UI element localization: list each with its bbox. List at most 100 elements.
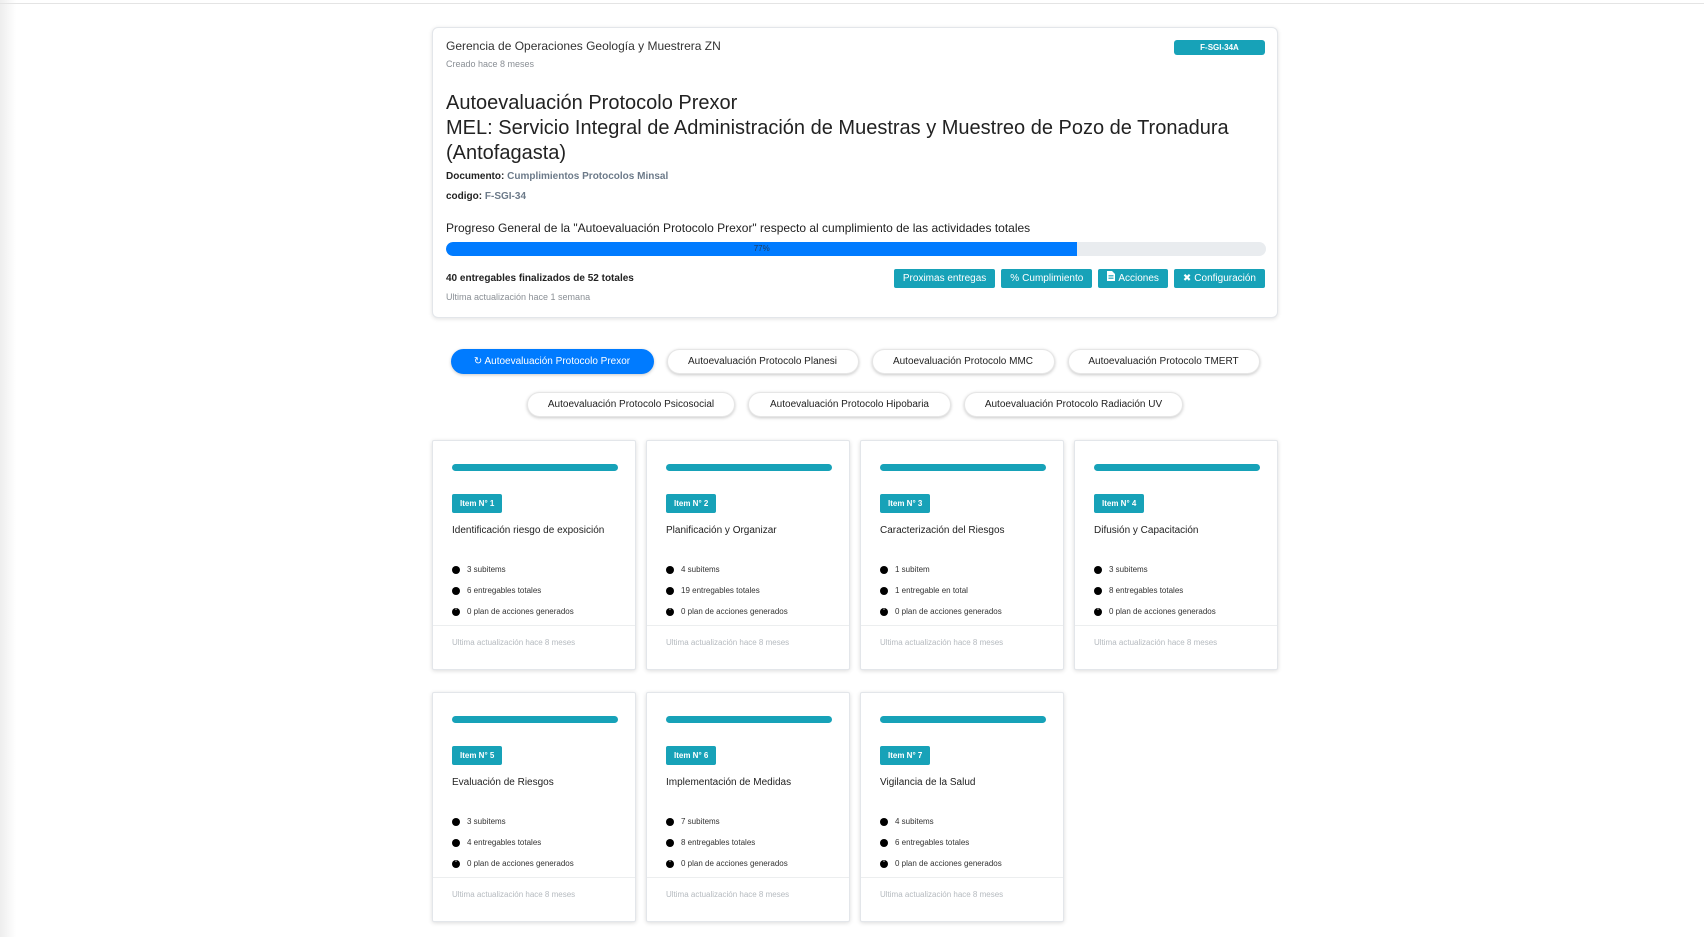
item-card[interactable]: Item N° 6 Implementación de Medidas 7 subi… (646, 692, 850, 922)
item-card[interactable]: Item N° 4 Difusión y Capacitación 3 subite… (1074, 440, 1278, 670)
alert-icon (666, 858, 674, 868)
tab-protocol-prexor[interactable]: ↻ Autoevaluación Protocolo Prexor (450, 349, 654, 374)
action-plans-text: 0 plan de acciones generados (467, 607, 574, 616)
item-progress-bar (1094, 464, 1260, 471)
configuration-label: Configuración (1194, 273, 1256, 284)
alert-icon (880, 858, 888, 868)
deliverables-stat: 1 entregable en total (880, 580, 1002, 601)
percent-icon: % (1010, 273, 1020, 284)
deliverables-text: 19 entregables totales (681, 586, 760, 595)
refresh-icon: ↻ (473, 356, 483, 367)
item-number-badge: Item N° 7 (880, 746, 931, 765)
item-number-badge: Item N° 2 (666, 494, 717, 513)
deliverables-stat: 6 entregables totales (880, 832, 1002, 853)
action-plans-text: 0 plan de acciones generados (1109, 607, 1216, 616)
tab-protocol-hipobaria[interactable]: Autoevaluación Protocolo Hipobaria (748, 392, 951, 417)
deliverables-text: 6 entregables totales (895, 838, 970, 847)
subitems-stat: 3 subitems (1094, 559, 1216, 580)
item-number-badge: Item N° 3 (880, 494, 931, 513)
item-card[interactable]: Item N° 2 Planificación y Organizar 4 subi… (646, 440, 850, 670)
area-name: Gerencia de Operaciones Geología y Muest… (446, 39, 721, 53)
item-stats: 7 subitems 8 entregables totales 0 plan de… (666, 811, 788, 874)
subitems-text: 7 subitems (681, 817, 720, 826)
subitems-stat: 3 subitems (452, 559, 574, 580)
subitems-stat: 4 subitems (880, 811, 1002, 832)
card-divider (647, 877, 849, 878)
document-info: Documento: Cumplimientos Protocolos Mins… (446, 171, 668, 182)
last-updated: Ultima actualización hace 1 semana (446, 292, 591, 302)
compliance-label: Cumplimiento (1022, 273, 1084, 284)
actions-label: Acciones (1118, 273, 1159, 284)
item-progress-bar (452, 464, 618, 471)
protocol-tabs-row-1: ↻ Autoevaluación Protocolo Prexor Autoev… (432, 349, 1278, 374)
deliverables-stat: 19 entregables totales (666, 580, 788, 601)
bullet-icon (452, 838, 460, 847)
compliance-button[interactable]: % Cumplimiento (1001, 269, 1093, 288)
bullet-icon (666, 838, 674, 847)
bullet-icon (1094, 565, 1102, 574)
item-card[interactable]: Item N° 3 Caracterización del Riesgos 1 su… (860, 440, 1064, 670)
action-plans-text: 0 plan de acciones generados (681, 607, 788, 616)
item-number-badge: Item N° 4 (1094, 494, 1145, 513)
deliverables-text: 8 entregables totales (681, 838, 756, 847)
item-last-updated: Ultima actualización hace 8 meses (666, 890, 790, 899)
configuration-button[interactable]: ✖ Configuración (1173, 269, 1265, 288)
top-divider (0, 3, 1704, 4)
subitems-text: 1 subitem (895, 565, 930, 574)
item-number-badge: Item N° 1 (452, 494, 503, 513)
item-last-updated: Ultima actualización hace 8 meses (452, 890, 576, 899)
main-content: Gerencia de Operaciones Geología y Muest… (432, 27, 1278, 922)
action-plans-text: 0 plan de acciones generados (895, 607, 1002, 616)
card-divider (1075, 625, 1277, 626)
item-card[interactable]: Item N° 5 Evaluación de Riesgos 3 subitems… (432, 692, 636, 922)
item-progress-bar (880, 716, 1046, 723)
item-card[interactable]: Item N° 7 Vigilancia de la Salud 4 subitem… (860, 692, 1064, 922)
item-stats: 1 subitem 1 entregable en total 0 plan de … (880, 559, 1002, 622)
subitems-stat: 1 subitem (880, 559, 1002, 580)
code-badge: F-SGI-34A (1174, 40, 1265, 55)
deliverables-count: 40 entregables finalizados de 52 totales (446, 273, 634, 284)
item-card[interactable]: Item N° 1 Identificación riesgo de exposi… (432, 440, 636, 670)
item-last-updated: Ultima actualización hace 8 meses (880, 890, 1004, 899)
alert-icon (880, 606, 888, 616)
tab-protocol-mmc[interactable]: Autoevaluación Protocolo MMC (871, 349, 1055, 374)
code-value: F-SGI-34 (484, 191, 527, 202)
upcoming-deliveries-button[interactable]: Proximas entregas (893, 269, 996, 288)
tab-protocol-planesi[interactable]: Autoevaluación Protocolo Planesi (666, 349, 859, 374)
item-stats: 4 subitems 6 entregables totales 0 plan de… (880, 811, 1002, 874)
file-icon (1107, 269, 1116, 288)
tab-protocol-psicosocial[interactable]: Autoevaluación Protocolo Psicosocial (527, 392, 735, 417)
subitems-stat: 3 subitems (452, 811, 574, 832)
tab-protocol-tmert[interactable]: Autoevaluación Protocolo TMERT (1067, 349, 1260, 374)
subitems-text: 3 subitems (467, 565, 506, 574)
subitems-text: 3 subitems (1109, 565, 1148, 574)
tab-protocol-radiacion-uv[interactable]: Autoevaluación Protocolo Radiación UV (964, 392, 1183, 417)
deliverables-stat: 4 entregables totales (452, 832, 574, 853)
action-plans-text: 0 plan de acciones generados (895, 859, 1002, 868)
item-title: Implementación de Medidas (666, 777, 792, 788)
item-last-updated: Ultima actualización hace 8 meses (880, 638, 1004, 647)
card-divider (861, 877, 1063, 878)
subitems-text: 3 subitems (467, 817, 506, 826)
tools-icon: ✖ (1182, 273, 1192, 284)
page-subtitle: MEL: Servicio Integral de Administración… (446, 117, 1229, 164)
item-stats: 4 subitems 19 entregables totales 0 plan d… (666, 559, 788, 622)
action-plans-stat: 0 plan de acciones generados (880, 853, 1002, 874)
created-time: Creado hace 8 meses (446, 59, 535, 69)
item-title: Vigilancia de la Salud (880, 777, 976, 788)
deliverables-text: 1 entregable en total (895, 586, 968, 595)
item-last-updated: Ultima actualización hace 8 meses (666, 638, 790, 647)
bullet-icon (666, 586, 674, 595)
code-label: codigo: (446, 191, 483, 202)
bullet-icon (1094, 586, 1102, 595)
action-plans-stat: 0 plan de acciones generados (452, 601, 574, 622)
action-plans-stat: 0 plan de acciones generados (666, 853, 788, 874)
card-divider (861, 625, 1063, 626)
document-link[interactable]: Cumplimientos Protocolos Minsal (507, 171, 668, 182)
alert-icon (452, 606, 460, 616)
actions-button[interactable]: Acciones (1098, 269, 1168, 288)
subitems-stat: 7 subitems (666, 811, 788, 832)
bullet-icon (666, 565, 674, 574)
progress-fill: 77% (446, 242, 1078, 256)
code-info: codigo: F-SGI-34 (446, 191, 526, 202)
